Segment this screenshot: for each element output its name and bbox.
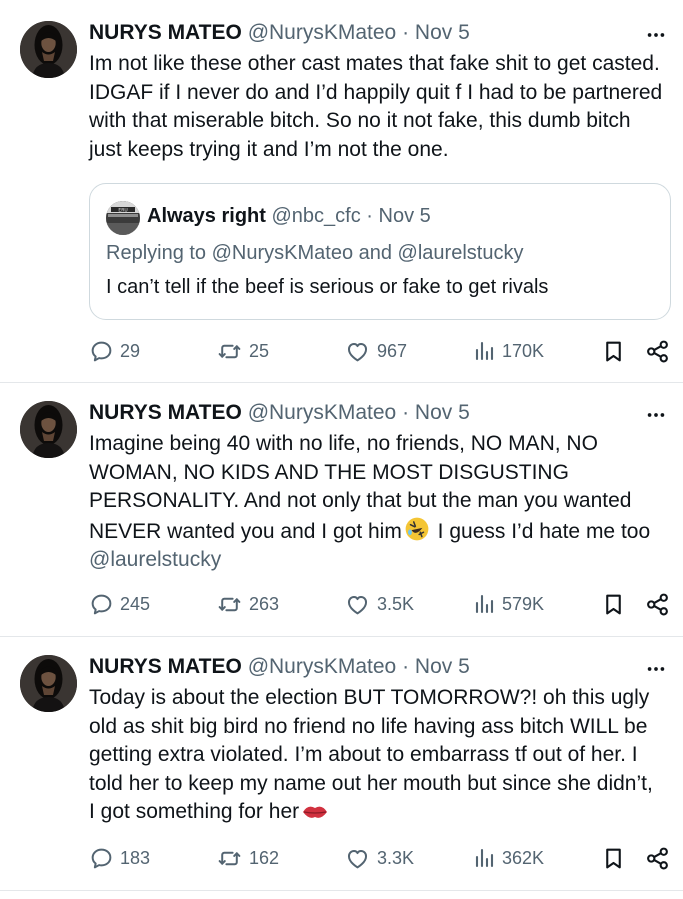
repost-count: 162 xyxy=(249,847,280,868)
display-name[interactable]: NURYS MATEO xyxy=(89,655,242,678)
tweet-date[interactable]: Nov 5 xyxy=(379,205,431,227)
repost-count: 25 xyxy=(249,340,270,361)
bookmark-icon xyxy=(601,846,626,871)
like-count: 967 xyxy=(377,340,408,361)
reply-bubble-icon xyxy=(89,592,114,617)
avatar[interactable] xyxy=(106,201,140,235)
like-count: 3.3K xyxy=(377,847,415,868)
tweet-header: NURYS MATEO @NurysKMateo · Nov 5 xyxy=(89,400,623,426)
repost-icon xyxy=(216,339,243,364)
reply-count: 245 xyxy=(120,593,151,614)
action-bar: 245 263 3.5K 579K xyxy=(0,589,683,619)
display-name[interactable]: NURYS MATEO xyxy=(89,21,242,44)
more-horizontal-icon xyxy=(645,658,667,680)
view-count: 170K xyxy=(502,340,545,361)
tweet-text: Today is about the election BUT TOMORROW… xyxy=(89,684,663,827)
tweet-header: NURYS MATEO @NurysKMateo · Nov 5 xyxy=(89,20,623,46)
reply-button[interactable]: 183 xyxy=(89,843,150,873)
replying-to-line: Replying to @NurysKMateo and @laurelstuc… xyxy=(106,242,524,264)
avatar[interactable] xyxy=(20,655,77,712)
views-bar-chart-icon xyxy=(472,339,496,363)
share-button[interactable] xyxy=(645,336,670,366)
reply-bubble-icon xyxy=(89,339,114,364)
repost-button[interactable]: 263 xyxy=(216,589,279,619)
separator-dot: · xyxy=(402,21,410,44)
bookmark-button[interactable] xyxy=(601,843,626,873)
tweet-date[interactable]: Nov 5 xyxy=(415,21,470,44)
bookmark-button[interactable] xyxy=(601,336,626,366)
reply-count: 183 xyxy=(120,847,151,868)
like-count: 3.5K xyxy=(377,593,415,614)
like-button[interactable]: 967 xyxy=(344,336,407,366)
bookmark-icon xyxy=(601,592,626,617)
tweet-text-part: I guess I’d hate me too xyxy=(431,519,651,543)
avatar[interactable] xyxy=(20,21,77,78)
quoted-tweet-text: I can’t tell if the beef is serious or f… xyxy=(106,276,549,298)
tweet[interactable]: NURYS MATEO @NurysKMateo · Nov 5 Imagine… xyxy=(0,383,683,637)
avatar[interactable] xyxy=(20,401,77,458)
tweet[interactable]: NURYS MATEO @NurysKMateo · Nov 5 Today i… xyxy=(0,637,683,891)
share-button[interactable] xyxy=(645,589,670,619)
heart-icon xyxy=(344,846,371,871)
tweet[interactable]: NURYS MATEO @NurysKMateo · Nov 5 Im not … xyxy=(0,0,683,383)
quoted-tweet-header: Always right @nbc_cfc · Nov 5 xyxy=(147,205,431,228)
share-icon xyxy=(645,592,670,617)
heart-icon xyxy=(344,592,371,617)
tweet-text-part: Today is about the election BUT TOMORROW… xyxy=(89,686,653,824)
tweet-date[interactable]: Nov 5 xyxy=(415,655,470,678)
share-icon xyxy=(645,846,670,871)
user-handle[interactable]: @nbc_cfc xyxy=(271,205,360,227)
view-count: 579K xyxy=(502,593,545,614)
like-button[interactable]: 3.3K xyxy=(344,843,414,873)
separator-dot: · xyxy=(402,655,410,678)
heart-icon xyxy=(344,339,371,364)
more-horizontal-icon xyxy=(645,404,667,426)
action-bar: 183 162 3.3K 362K xyxy=(0,843,683,873)
display-name[interactable]: NURYS MATEO xyxy=(89,401,242,424)
kiss-mark-emoji xyxy=(301,802,329,822)
action-bar: 29 25 967 170K xyxy=(0,336,683,366)
reply-bubble-icon xyxy=(89,846,114,871)
quoted-tweet[interactable]: Always right @nbc_cfc · Nov 5 Replying t… xyxy=(89,183,671,320)
share-icon xyxy=(645,339,670,364)
like-button[interactable]: 3.5K xyxy=(344,589,414,619)
display-name[interactable]: Always right xyxy=(147,205,266,227)
more-options-button[interactable] xyxy=(643,656,669,682)
more-horizontal-icon xyxy=(645,24,667,46)
repost-button[interactable]: 25 xyxy=(216,336,269,366)
reply-button[interactable]: 245 xyxy=(89,589,150,619)
more-options-button[interactable] xyxy=(643,402,669,428)
repost-icon xyxy=(216,592,243,617)
tweet-text: Imagine being 40 with no life, no friend… xyxy=(89,430,663,575)
user-handle[interactable]: @NurysKMateo xyxy=(248,401,397,424)
repost-button[interactable]: 162 xyxy=(216,843,279,873)
separator-dot: · xyxy=(402,401,410,424)
user-handle[interactable]: @NurysKMateo xyxy=(248,655,397,678)
view-count: 362K xyxy=(502,847,545,868)
tweet-date[interactable]: Nov 5 xyxy=(415,401,470,424)
reply-count: 29 xyxy=(120,340,141,361)
reply-button[interactable]: 29 xyxy=(89,336,140,366)
tweet-text: Im not like these other cast mates that … xyxy=(89,52,663,161)
views-button[interactable]: 170K xyxy=(472,336,544,366)
views-button[interactable]: 579K xyxy=(472,589,544,619)
views-bar-chart-icon xyxy=(472,846,496,870)
views-bar-chart-icon xyxy=(472,592,496,616)
repost-icon xyxy=(216,846,243,871)
user-handle[interactable]: @NurysKMateo xyxy=(248,21,397,44)
bookmark-icon xyxy=(601,339,626,364)
repost-count: 263 xyxy=(249,593,280,614)
bookmark-button[interactable] xyxy=(601,589,626,619)
share-button[interactable] xyxy=(645,843,670,873)
tweet-header: NURYS MATEO @NurysKMateo · Nov 5 xyxy=(89,654,623,680)
separator-dot: · xyxy=(366,205,373,227)
more-options-button[interactable] xyxy=(643,22,669,48)
mention-link[interactable]: @laurelstucky xyxy=(89,548,221,571)
views-button[interactable]: 362K xyxy=(472,843,544,873)
rolling-on-floor-laughing-emoji xyxy=(404,516,430,542)
